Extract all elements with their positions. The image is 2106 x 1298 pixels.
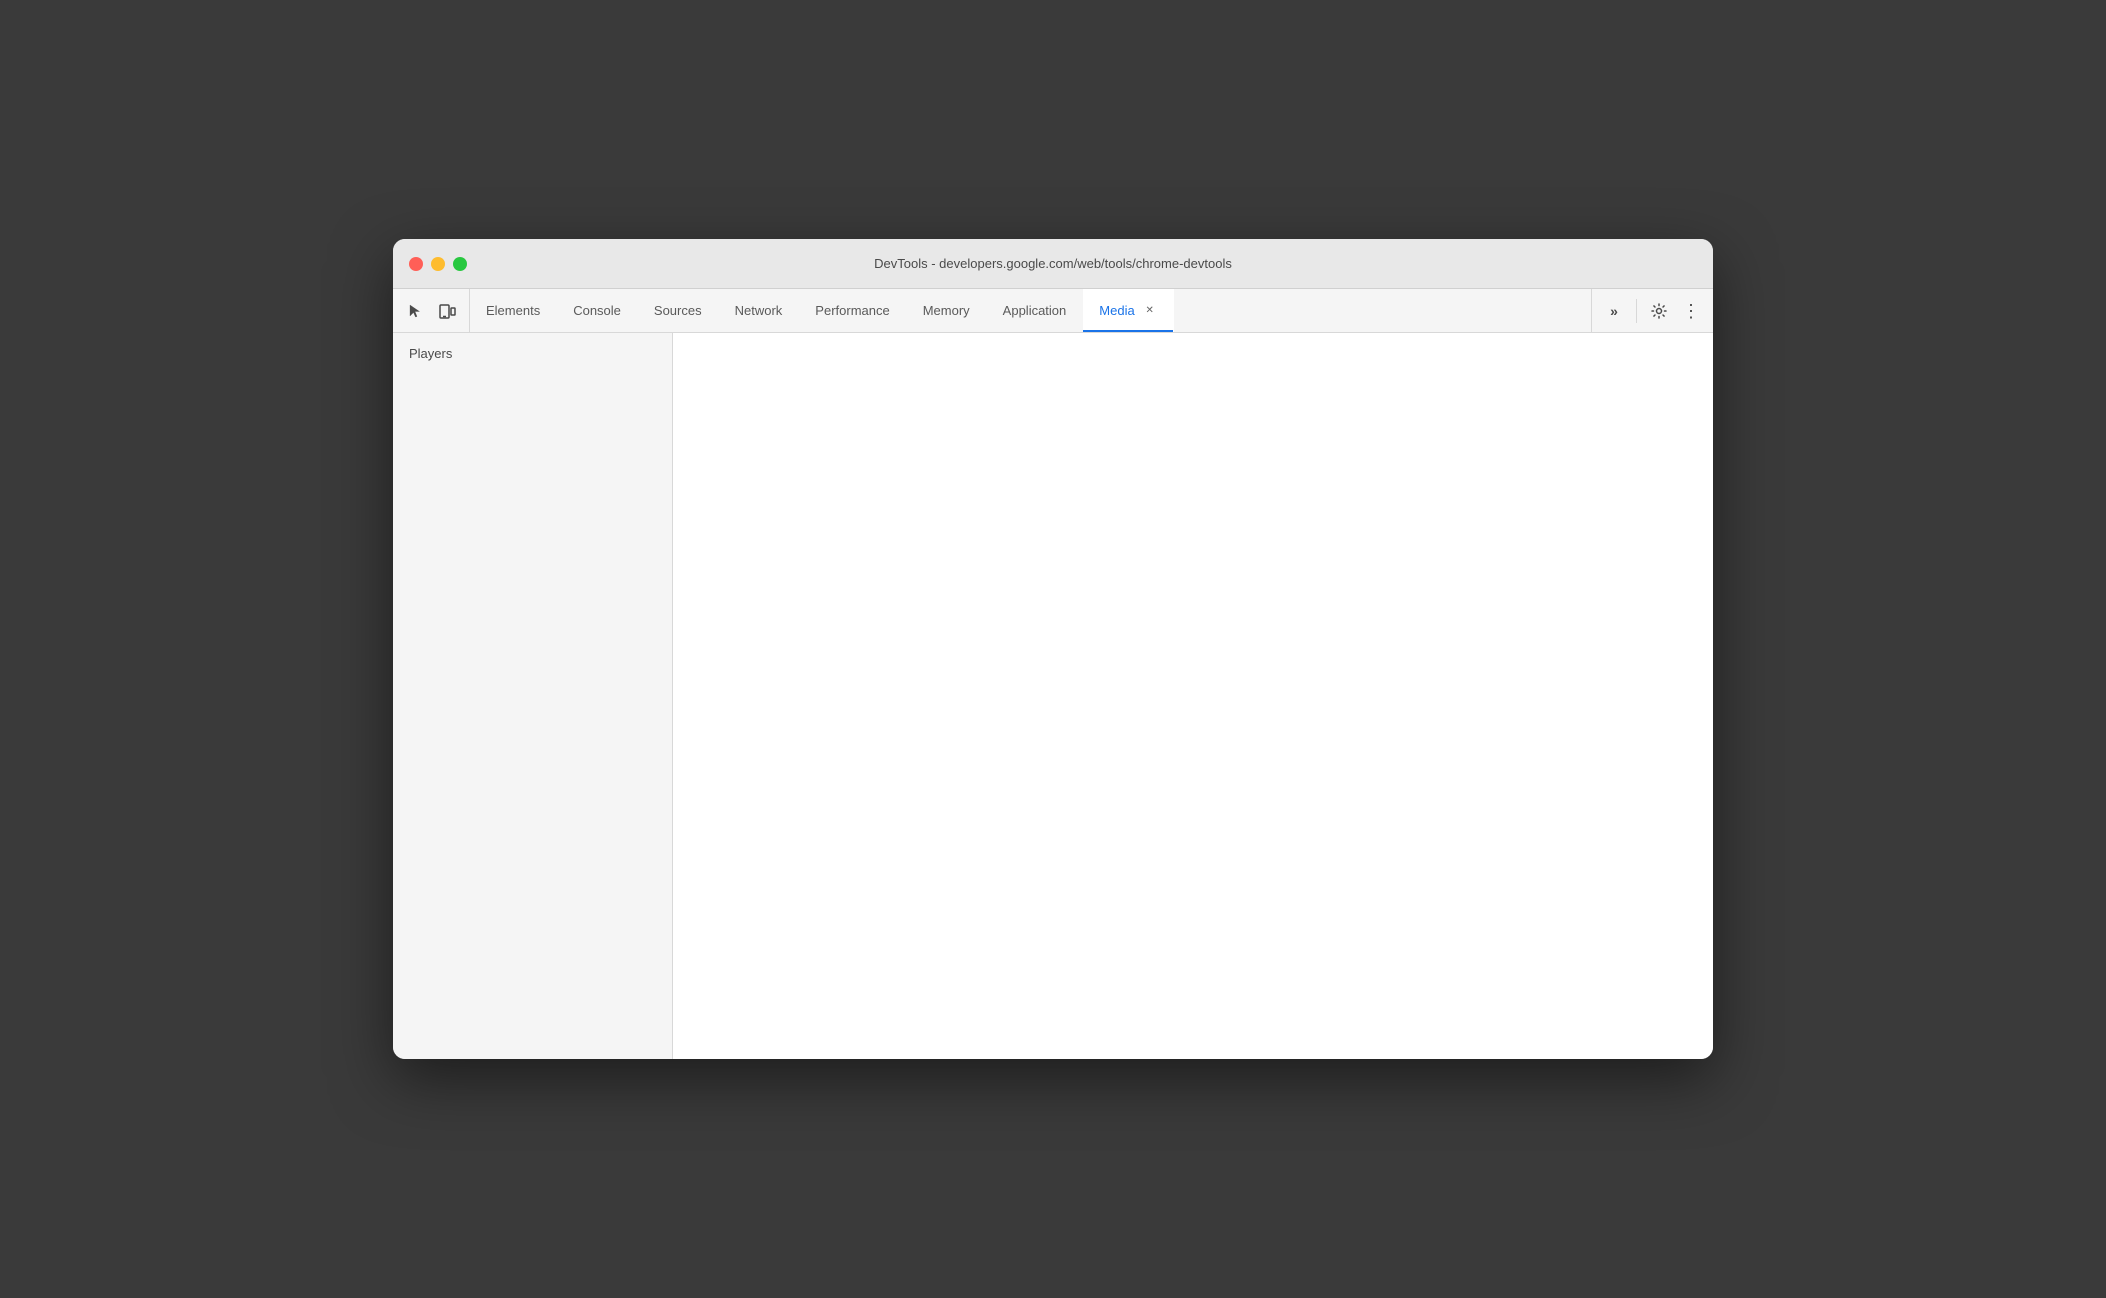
players-sidebar: Players <box>393 333 673 1059</box>
content-area: Players <box>393 333 1713 1059</box>
tab-application[interactable]: Application <box>987 289 1084 332</box>
tab-console[interactable]: Console <box>557 289 638 332</box>
more-tabs-button[interactable]: » <box>1600 297 1628 325</box>
cursor-tool-button[interactable] <box>401 297 429 325</box>
device-toggle-button[interactable] <box>433 297 461 325</box>
maximize-button[interactable] <box>453 257 467 271</box>
more-options-icon: ⋮ <box>1682 302 1700 320</box>
cursor-icon <box>407 303 423 319</box>
toolbar-divider <box>1636 299 1637 323</box>
media-main-panel <box>673 333 1713 1059</box>
players-label: Players <box>409 346 452 361</box>
tab-memory[interactable]: Memory <box>907 289 987 332</box>
title-bar: DevTools - developers.google.com/web/too… <box>393 239 1713 289</box>
window-controls <box>409 257 467 271</box>
toolbar-icons <box>393 289 470 332</box>
tab-media[interactable]: Media ✕ <box>1083 289 1173 332</box>
gear-icon <box>1651 303 1667 319</box>
devtools-window: DevTools - developers.google.com/web/too… <box>393 239 1713 1059</box>
tab-elements[interactable]: Elements <box>470 289 557 332</box>
settings-button[interactable] <box>1645 297 1673 325</box>
tab-performance[interactable]: Performance <box>799 289 906 332</box>
minimize-button[interactable] <box>431 257 445 271</box>
window-title: DevTools - developers.google.com/web/too… <box>874 256 1232 271</box>
tab-media-close-button[interactable]: ✕ <box>1143 304 1157 318</box>
toolbar: Elements Console Sources Network Perform… <box>393 289 1713 333</box>
device-icon <box>438 302 456 320</box>
more-options-button[interactable]: ⋮ <box>1677 297 1705 325</box>
more-tabs-icon: » <box>1610 303 1618 319</box>
toolbar-right-actions: » ⋮ <box>1591 289 1713 332</box>
tab-network[interactable]: Network <box>719 289 800 332</box>
tabs-bar: Elements Console Sources Network Perform… <box>470 289 1591 332</box>
tab-sources[interactable]: Sources <box>638 289 719 332</box>
close-button[interactable] <box>409 257 423 271</box>
